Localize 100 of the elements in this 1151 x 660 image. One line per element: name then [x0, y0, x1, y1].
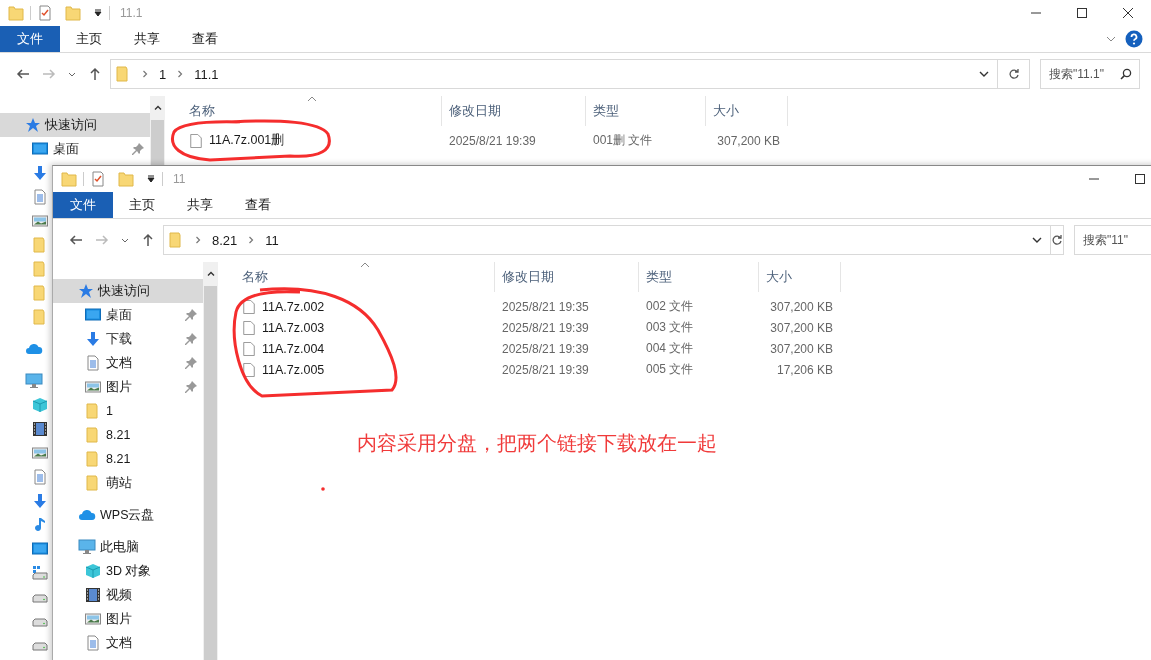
column-header[interactable]: 修改日期 — [442, 96, 586, 126]
close-icon — [1123, 8, 1133, 18]
sidebar-item[interactable]: 此电脑 — [53, 535, 203, 559]
table-cell: 002 文件 — [646, 299, 694, 313]
checklist-icon[interactable] — [90, 171, 106, 187]
ribbon-tab[interactable]: 查看 — [229, 192, 287, 218]
table-cell: 2025/8/21 19:39 — [449, 133, 536, 148]
address-bar[interactable]: 1 11.1 — [110, 59, 998, 89]
cube-icon — [85, 563, 101, 579]
pin-icon[interactable] — [185, 309, 197, 321]
column-header[interactable]: 修改日期 — [495, 262, 639, 292]
scrollbar-thumb[interactable] — [204, 286, 217, 660]
table-cell: 005 文件 — [646, 362, 694, 376]
back-arrow-icon[interactable] — [69, 233, 83, 247]
file-name[interactable]: 11A.7z.004 — [262, 341, 325, 356]
column-header[interactable]: 大小 — [706, 96, 788, 126]
chevron-right-icon[interactable] — [176, 70, 185, 78]
chevron-down-icon[interactable] — [68, 70, 76, 78]
refresh-button[interactable] — [998, 59, 1030, 89]
sidebar-item[interactable]: 3D 对象 — [53, 559, 203, 583]
sidebar-item[interactable]: 快速访问 — [0, 113, 150, 137]
folder-icon — [115, 66, 131, 82]
help-icon[interactable] — [1125, 30, 1143, 48]
star-icon — [78, 283, 94, 299]
pin-icon[interactable] — [185, 333, 197, 345]
chevron-right-icon[interactable] — [247, 236, 256, 244]
forward-arrow-icon[interactable] — [42, 67, 56, 81]
sidebar-item[interactable]: 视频 — [53, 583, 203, 607]
table-cell: 2025/8/21 19:35 — [502, 299, 589, 314]
sidebar-item[interactable]: 桌面 — [0, 137, 150, 161]
file-name[interactable]: 11A.7z.001删 — [209, 132, 285, 149]
folder-icon — [168, 232, 184, 248]
dropdown-icon[interactable] — [146, 174, 156, 184]
file-name[interactable]: 11A.7z.003 — [262, 320, 325, 335]
back-arrow-icon[interactable] — [16, 67, 30, 81]
folder-icon — [85, 451, 101, 467]
folder-icon — [32, 261, 48, 277]
column-header[interactable]: 类型 — [586, 96, 706, 126]
ribbon-tab[interactable]: 共享 — [118, 26, 176, 52]
dropdown-icon[interactable] — [93, 8, 103, 18]
forward-arrow-icon[interactable] — [95, 233, 109, 247]
sidebar-item[interactable]: 图片 — [53, 607, 203, 631]
pin-icon[interactable] — [185, 357, 197, 369]
pin-icon[interactable] — [185, 381, 197, 393]
sidebar-item[interactable]: 8.21 — [53, 447, 203, 471]
ribbon-tab[interactable]: 主页 — [60, 26, 118, 52]
table-cell: 307,200 KB — [770, 320, 833, 335]
search-field[interactable]: 搜索"11.1" — [1040, 59, 1140, 89]
ribbon-tab[interactable]: 主页 — [113, 192, 171, 218]
chevron-down-icon[interactable] — [121, 236, 129, 244]
up-arrow-icon[interactable] — [141, 233, 155, 247]
checklist-icon[interactable] — [37, 5, 53, 21]
search-field[interactable]: 搜索"11" — [1074, 225, 1151, 255]
sidebar-item[interactable]: 8.21 — [53, 423, 203, 447]
sidebar-item[interactable]: 萌站 — [53, 471, 203, 495]
table-cell: 17,206 KB — [776, 362, 833, 377]
chevron-right-icon[interactable] — [194, 236, 202, 244]
column-header[interactable]: 类型 — [639, 262, 759, 292]
file-menu-tab[interactable]: 文件 — [0, 26, 60, 52]
ribbon-tab[interactable]: 查看 — [176, 26, 234, 52]
address-bar[interactable]: 8.21 11 — [163, 225, 1051, 255]
film-icon — [32, 421, 48, 437]
sidebar-item[interactable]: WPS云盘 — [53, 503, 203, 527]
sidebar-item[interactable]: 文档 — [53, 351, 203, 375]
picture-icon — [32, 213, 48, 229]
refresh-button[interactable] — [1051, 225, 1064, 255]
chevron-down-icon[interactable] — [1032, 235, 1042, 245]
table-cell: 307,200 KB — [770, 299, 833, 314]
window-title: 11 — [173, 172, 186, 186]
table-cell: 307,200 KB — [770, 341, 833, 356]
scroll-up-icon[interactable] — [206, 270, 215, 278]
ribbon-tab[interactable]: 共享 — [171, 192, 229, 218]
scrollbar[interactable] — [203, 262, 218, 660]
up-arrow-icon[interactable] — [88, 67, 102, 81]
sidebar-item[interactable]: 下载 — [53, 327, 203, 351]
sidebar-item[interactable]: 桌面 — [53, 303, 203, 327]
file-name[interactable]: 11A.7z.005 — [262, 362, 325, 377]
sidebar-item[interactable]: 文档 — [53, 631, 203, 655]
pin-icon[interactable] — [132, 143, 144, 155]
file-icon — [242, 299, 256, 314]
folder-icon — [32, 237, 48, 253]
scroll-up-icon[interactable] — [153, 104, 162, 112]
file-icon — [242, 362, 256, 377]
table-cell: 001删 文件 — [593, 133, 653, 147]
file-name[interactable]: 11A.7z.002 — [262, 299, 325, 314]
column-header[interactable]: 名称 — [218, 262, 495, 292]
table-cell: 2025/8/21 19:39 — [502, 362, 589, 377]
chevron-down-icon[interactable] — [979, 69, 989, 79]
document-icon — [32, 189, 48, 205]
table-cell: 307,200 KB — [717, 133, 780, 148]
sort-caret-icon — [360, 262, 370, 268]
folder-icon — [32, 285, 48, 301]
chevron-right-icon[interactable] — [141, 70, 149, 78]
download-arrow-icon — [85, 331, 101, 347]
sidebar-item[interactable]: 图片 — [53, 375, 203, 399]
sidebar-item[interactable]: 快速访问 — [53, 279, 203, 303]
sidebar-item[interactable]: 1 — [53, 399, 203, 423]
file-menu-tab[interactable]: 文件 — [53, 192, 113, 218]
column-header[interactable]: 名称 — [165, 96, 442, 126]
column-header[interactable]: 大小 — [759, 262, 841, 292]
